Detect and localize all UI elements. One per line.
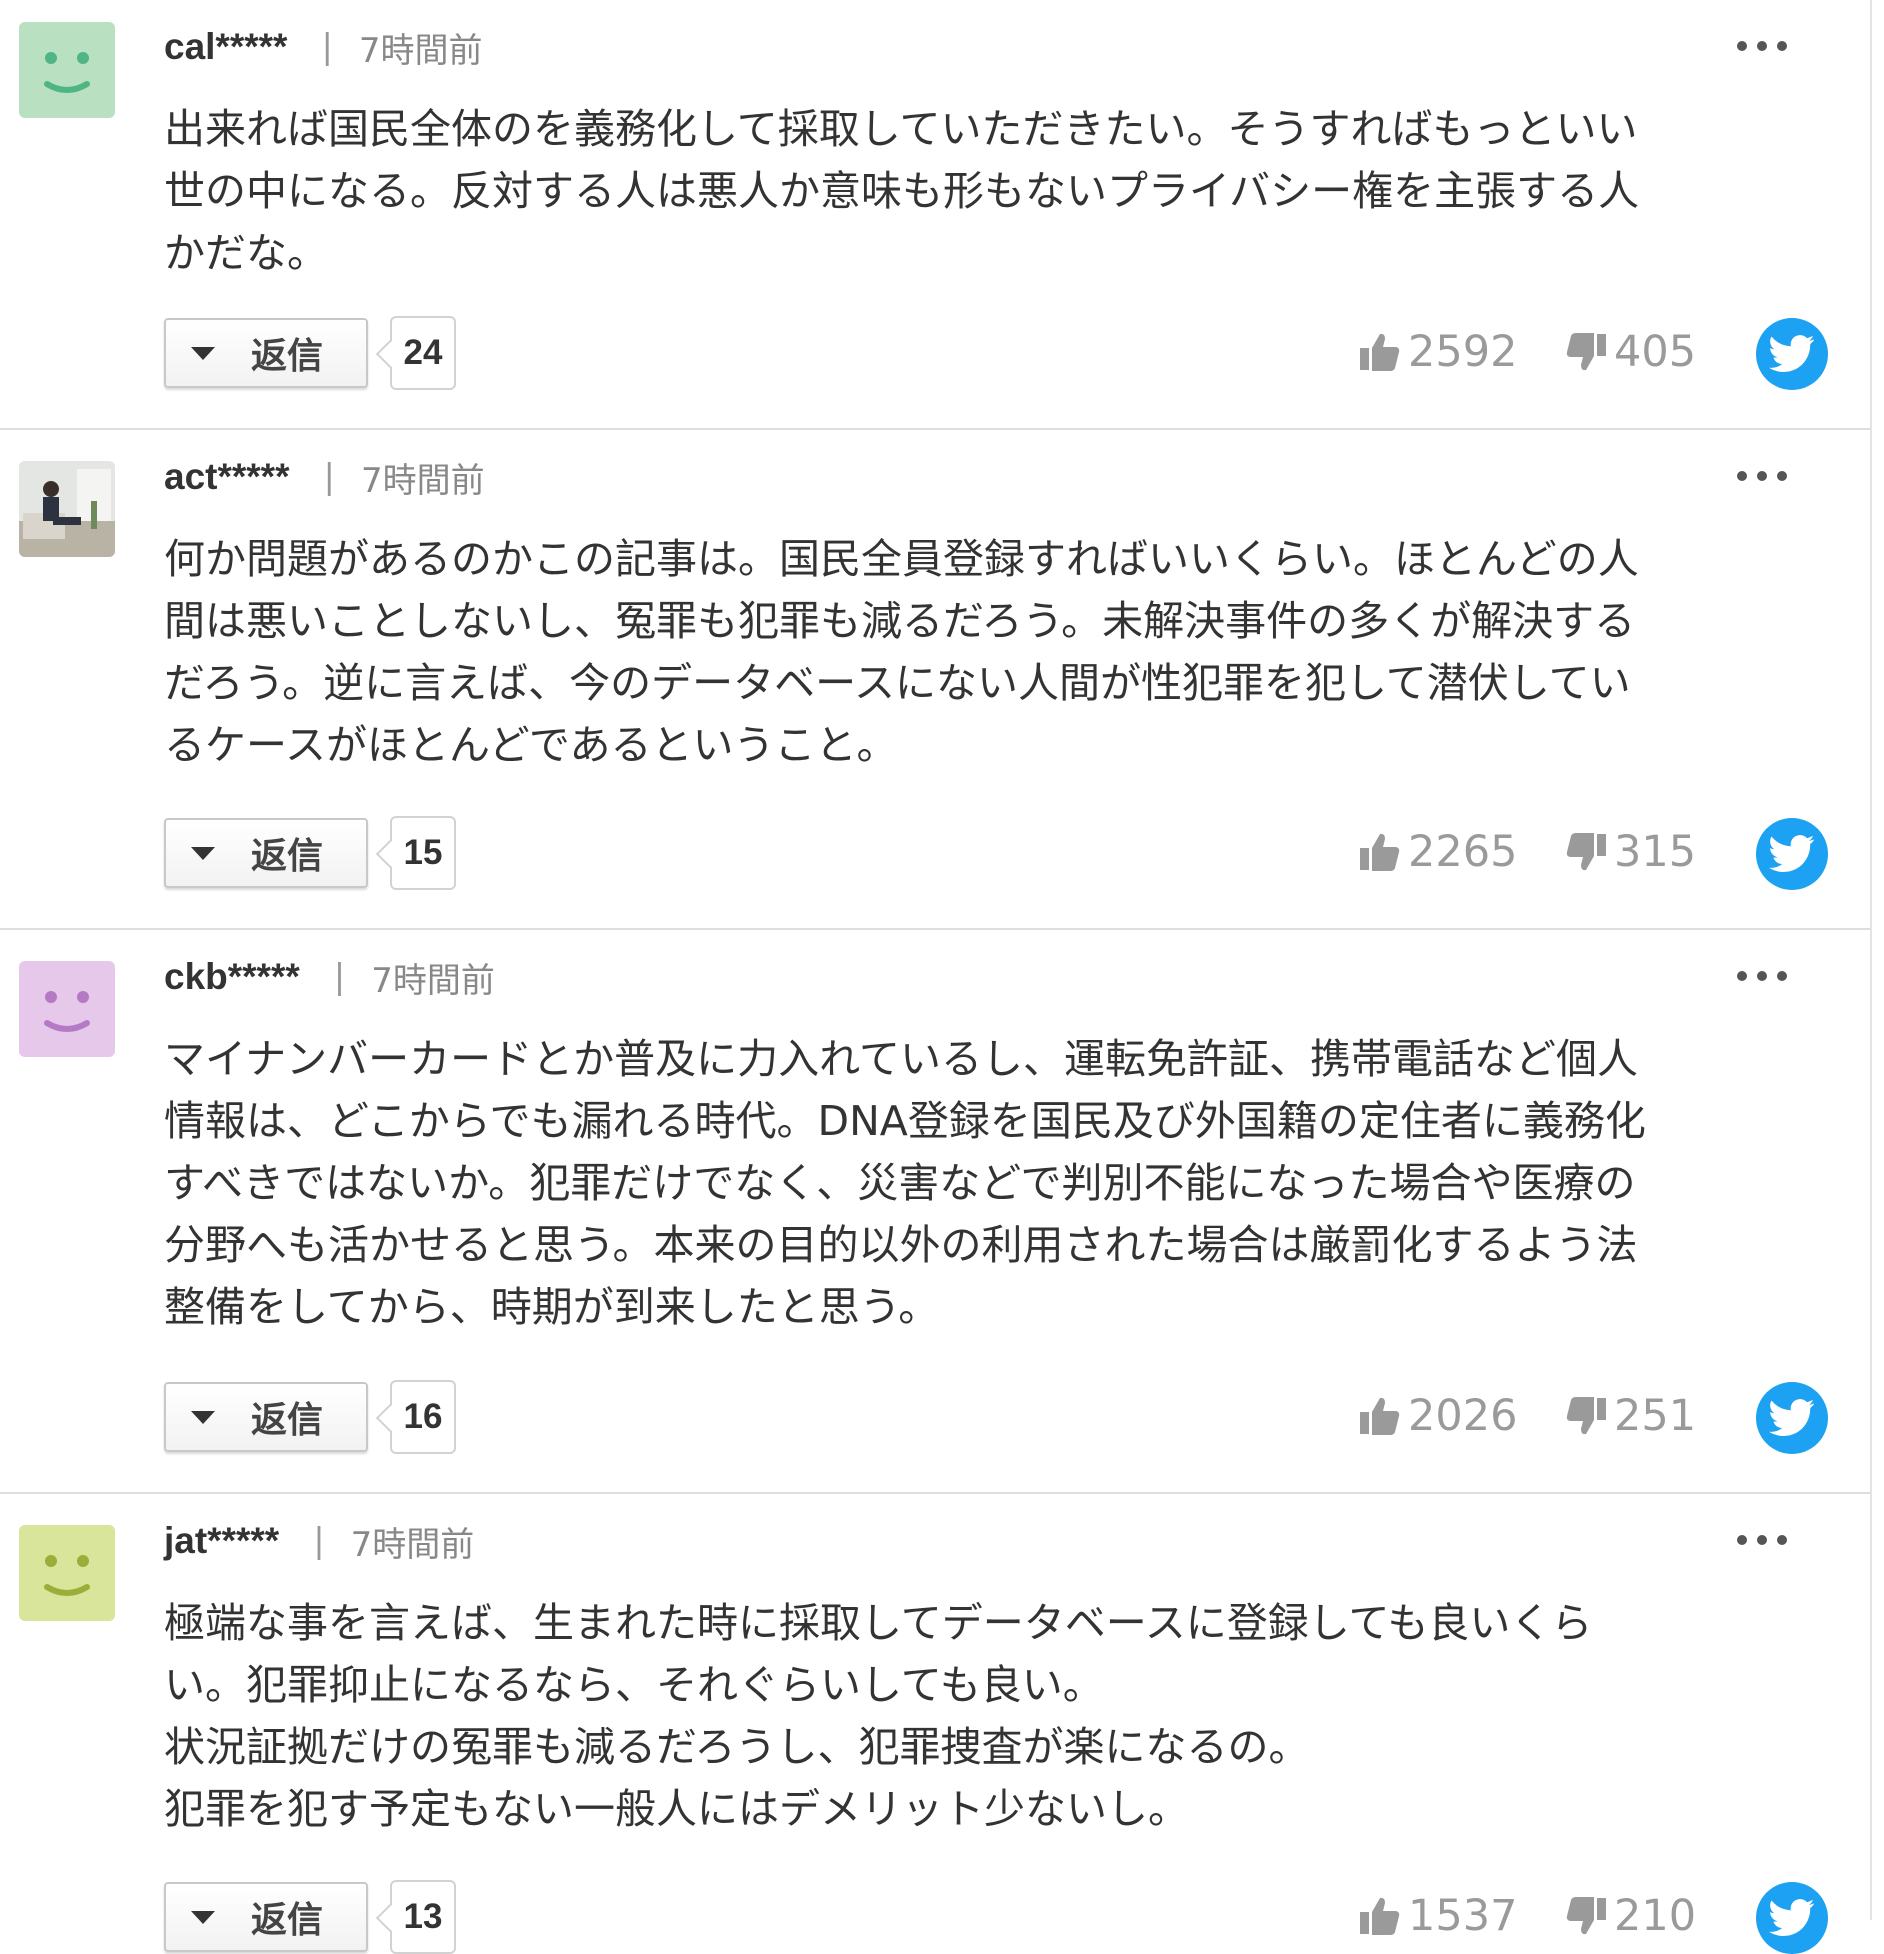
meta-separator: | [321,27,333,67]
caret-down-icon [191,1910,215,1924]
reply-label: 返信 [251,336,324,377]
comment-item: cal***** | 7時間前 出来れば国民全体のを義務化して採取していただきた… [0,0,1870,430]
thumbs-up-icon [1360,1897,1400,1935]
avatar[interactable] [19,1525,115,1621]
reply-button[interactable]: 返信 [164,1882,368,1952]
reply-label: 返信 [251,1900,324,1941]
dislike-count: 210 [1614,1891,1697,1941]
twitter-share-button[interactable] [1756,318,1828,390]
like-button[interactable]: 1537 [1358,1891,1517,1941]
comment-text: 何か問題があるのかこの記事は。国民全員登録すればいいくらい。ほとんどの人 間は悪… [164,535,1639,769]
dislike-button[interactable]: 315 [1564,827,1696,877]
timestamp: 7時間前 [360,460,485,501]
thumbs-up-icon [1360,833,1400,871]
dislike-button[interactable]: 210 [1564,1891,1696,1941]
more-options-icon[interactable] [1737,966,1787,986]
comment-text: マイナンバーカードとか普及に力入れているし、運転免許証、携帯電話など個人 情報は… [164,1035,1646,1331]
comment-item: ckb***** | 7時間前 マイナンバーカードとか普及に力入れているし、運転… [0,930,1870,1494]
dislike-count: 315 [1614,827,1697,877]
reply-count: 16 [390,1380,456,1454]
like-count: 2026 [1408,1391,1518,1441]
meta-separator: | [333,957,346,997]
dislike-button[interactable]: 405 [1564,327,1696,377]
more-options-icon[interactable] [1737,466,1787,486]
caret-down-icon [191,346,215,360]
page-scroll-edge [1870,0,1884,1920]
reply-label: 返信 [251,1400,324,1441]
like-button[interactable]: 2026 [1358,1391,1517,1441]
timestamp: 7時間前 [358,30,483,71]
reply-count: 15 [390,816,456,890]
twitter-icon [1769,835,1815,873]
more-options-icon[interactable] [1737,1530,1787,1550]
twitter-share-button[interactable] [1756,1382,1828,1454]
dislike-button[interactable]: 251 [1564,1391,1696,1441]
comment-meta: act***** | 7時間前 [164,454,485,501]
username[interactable]: act***** [164,456,289,498]
like-button[interactable]: 2592 [1358,327,1517,377]
thumbs-down-icon [1566,833,1606,871]
meta-separator: | [323,457,335,497]
twitter-icon [1769,1399,1815,1437]
twitter-icon [1769,1899,1815,1937]
username[interactable]: cal***** [164,26,287,68]
reply-count: 24 [390,316,456,390]
thumbs-down-icon [1566,1897,1606,1935]
timestamp: 7時間前 [350,1524,475,1565]
reply-count: 13 [390,1880,456,1954]
thumbs-up-icon [1360,1397,1400,1435]
meta-separator: | [313,1521,325,1561]
comment-meta: cal***** | 7時間前 [164,24,483,71]
caret-down-icon [191,846,215,860]
timestamp: 7時間前 [371,960,495,1001]
like-count: 1537 [1408,1891,1518,1941]
username[interactable]: jat***** [164,1520,279,1562]
more-options-icon[interactable] [1737,36,1787,56]
username[interactable]: ckb***** [164,956,300,998]
twitter-share-button[interactable] [1756,818,1828,890]
comment-text: 極端な事を言えば、生まれた時に採取してデータベースに登録しても良いくら い。犯罪… [164,1599,1593,1833]
reply-label: 返信 [251,836,324,877]
reply-button[interactable]: 返信 [164,318,368,388]
comment-meta: jat***** | 7時間前 [164,1518,475,1565]
caret-down-icon [191,1410,215,1424]
twitter-share-button[interactable] [1756,1882,1828,1954]
dislike-count: 405 [1614,327,1697,377]
like-count: 2592 [1408,327,1518,377]
like-button[interactable]: 2265 [1358,827,1517,877]
twitter-icon [1769,335,1815,373]
like-count: 2265 [1408,827,1518,877]
comment-item: jat***** | 7時間前 極端な事を言えば、生まれた時に採取してデータベー… [0,1494,1870,1954]
avatar[interactable] [19,461,115,557]
comment-meta: ckb***** | 7時間前 [164,954,495,1001]
reply-button[interactable]: 返信 [164,818,368,888]
thumbs-up-icon [1360,333,1400,371]
avatar[interactable] [19,22,115,118]
thumbs-down-icon [1566,333,1606,371]
thumbs-down-icon [1566,1397,1606,1435]
comment-text: 出来れば国民全体のを義務化して採取していただきたい。そうすればもっといい 世の中… [164,105,1640,277]
dislike-count: 251 [1614,1391,1697,1441]
comment-item: act***** | 7時間前 何か問題があるのかこの記事は。国民全員登録すれば… [0,430,1870,930]
avatar[interactable] [19,961,115,1057]
reply-button[interactable]: 返信 [164,1382,368,1452]
